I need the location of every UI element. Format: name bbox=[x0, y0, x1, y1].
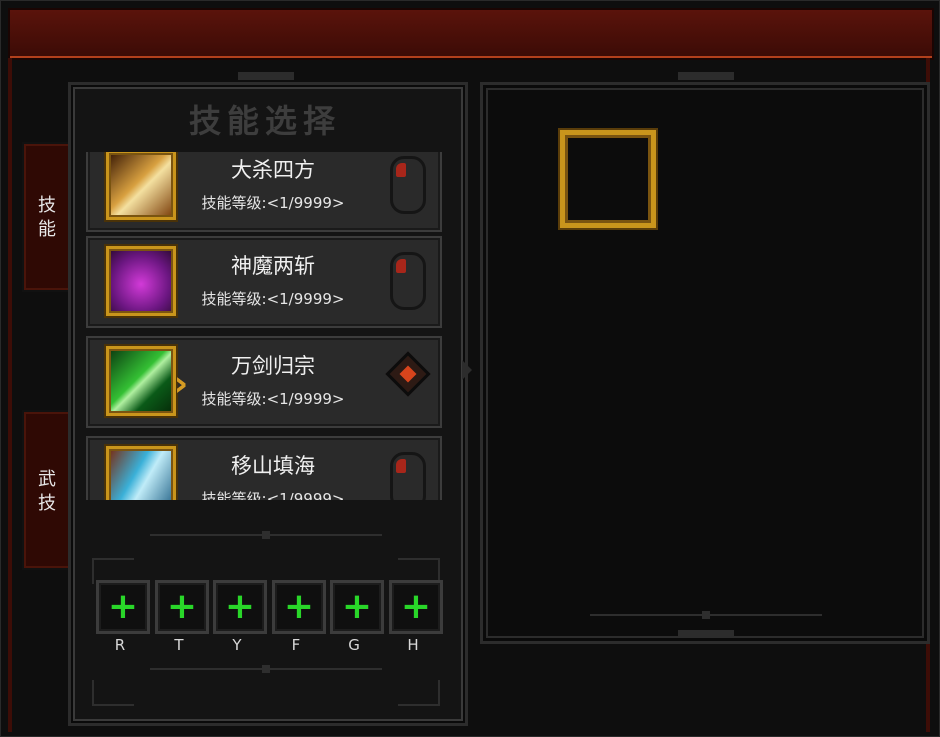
golden-sword-icon bbox=[106, 152, 176, 220]
skill-name: 大杀四方 bbox=[231, 158, 315, 182]
plus-icon: + bbox=[341, 586, 373, 627]
tab-martial-arts-char-2: 技 bbox=[38, 493, 56, 514]
tab-skills-char-1: 技 bbox=[38, 195, 56, 216]
skill-row-2[interactable]: 神魔两斩 技能等级:<1/9999> bbox=[86, 236, 442, 328]
ice-slash-icon bbox=[106, 446, 176, 500]
hotkey-slot-g[interactable]: + bbox=[330, 580, 384, 634]
hotkey-label-g: G bbox=[348, 636, 360, 654]
hotkey-slot-h[interactable]: + bbox=[389, 580, 443, 634]
title-bar bbox=[8, 8, 934, 60]
divider-top bbox=[150, 531, 382, 539]
divider-bottom bbox=[150, 665, 382, 673]
plus-icon: + bbox=[224, 586, 256, 627]
tab-martial-arts-char-1: 武 bbox=[38, 469, 56, 490]
panel-top-ornament bbox=[238, 72, 294, 80]
plus-icon: + bbox=[400, 586, 432, 627]
hotkey-label-t: T bbox=[174, 636, 184, 654]
hotkey-label-y: Y bbox=[232, 636, 242, 654]
detail-top-ornament bbox=[678, 72, 734, 80]
hotkey-slot-t[interactable]: + bbox=[155, 580, 209, 634]
hotkey-slot-r[interactable]: + bbox=[96, 580, 150, 634]
corner-ornament-br bbox=[398, 680, 440, 706]
skill-name: 神魔两斩 bbox=[231, 254, 315, 278]
skill-preview-slot[interactable] bbox=[560, 130, 656, 228]
mouse-left-icon bbox=[390, 252, 426, 310]
corner-ornament-bl bbox=[92, 680, 134, 706]
skill-name: 万剑归宗 bbox=[231, 354, 315, 378]
tab-martial-arts[interactable]: 武 技 bbox=[22, 410, 72, 570]
skill-level: 技能等级:<1/9999> bbox=[201, 490, 345, 500]
hotkey-label-r: R bbox=[114, 636, 126, 654]
tab-skills[interactable]: 技 能 bbox=[22, 142, 72, 292]
mouse-left-icon bbox=[390, 156, 426, 214]
skill-row-3[interactable]: ››› 万剑归宗 技能等级:<1/9999> bbox=[86, 336, 442, 428]
detail-bottom-ornament bbox=[678, 630, 734, 638]
skill-detail-panel bbox=[480, 82, 930, 644]
fire-gem-icon bbox=[385, 351, 431, 397]
skill-row-4[interactable]: 移山填海 技能等级:<1/9999> bbox=[86, 436, 442, 500]
skill-level: 技能等级:<1/9999> bbox=[201, 290, 345, 308]
detail-divider bbox=[590, 611, 822, 619]
tab-skills-char-2: 能 bbox=[38, 219, 56, 240]
skill-row-1[interactable]: 大杀四方 技能等级:<1/9999> bbox=[86, 152, 442, 232]
hotkey-slot-y[interactable]: + bbox=[213, 580, 267, 634]
panel-title: 技能选择 bbox=[188, 102, 341, 140]
green-swords-icon bbox=[106, 346, 176, 416]
skill-level: 技能等级:<1/9999> bbox=[201, 194, 345, 212]
skill-name: 移山填海 bbox=[231, 454, 315, 478]
panel-connector-arrow bbox=[462, 360, 472, 380]
hotkey-slot-f[interactable]: + bbox=[272, 580, 326, 634]
hotkey-label-f: F bbox=[291, 636, 301, 654]
hotkey-label-h: H bbox=[407, 636, 419, 654]
plus-icon: + bbox=[166, 586, 198, 627]
mouse-left-icon bbox=[390, 452, 426, 500]
plus-icon: + bbox=[107, 586, 139, 627]
skill-level: 技能等级:<1/9999> bbox=[201, 390, 345, 408]
window-border-left bbox=[8, 58, 12, 732]
skill-list[interactable]: 大杀四方 技能等级:<1/9999> 神魔两斩 技能等级:<1/9999> ››… bbox=[86, 152, 442, 500]
crossed-blades-icon bbox=[106, 246, 176, 316]
plus-icon: + bbox=[283, 586, 315, 627]
